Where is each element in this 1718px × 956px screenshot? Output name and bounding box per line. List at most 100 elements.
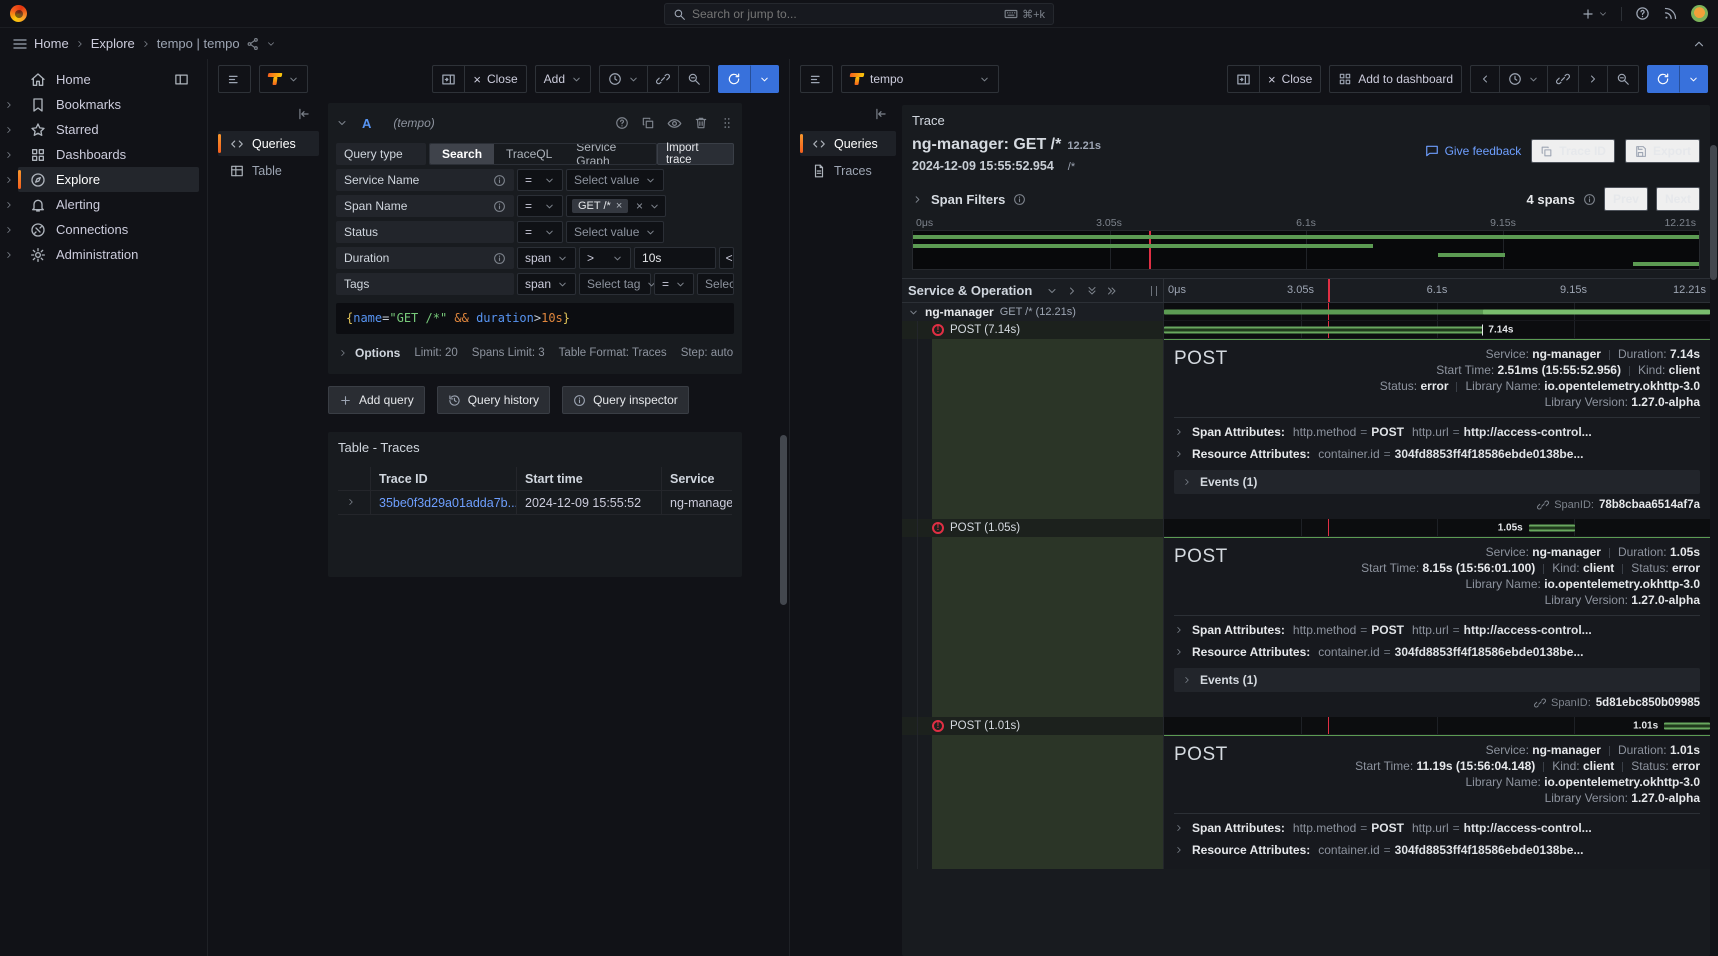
span-bar[interactable] xyxy=(1664,722,1710,729)
resource-attributes-toggle[interactable]: Resource Attributes:container.id=304fd88… xyxy=(1174,641,1700,663)
sidebar-item-administration[interactable]: Administration xyxy=(0,242,207,267)
options-toggle[interactable]: Options xyxy=(338,346,400,360)
duration-operator-select[interactable]: > xyxy=(579,247,631,269)
zoom-out-button[interactable] xyxy=(678,65,710,93)
collapse-rail-icon[interactable] xyxy=(297,107,311,121)
duration-scope-select[interactable]: span xyxy=(517,247,576,269)
toggle-visibility-icon[interactable] xyxy=(667,116,682,131)
breadcrumb-item[interactable]: Explore xyxy=(91,36,135,51)
service-name-value-select[interactable]: Select value xyxy=(566,169,664,191)
run-query-caret[interactable] xyxy=(1679,65,1708,93)
add-button[interactable]: Add xyxy=(535,65,591,93)
span-name-chip[interactable]: GET /*× xyxy=(572,199,628,213)
column-header[interactable]: Trace ID xyxy=(370,467,516,490)
root-span-name[interactable]: ng-managerGET /* (12.21s) xyxy=(902,303,1164,321)
sidebar-item-alerting[interactable]: Alerting xyxy=(0,192,207,217)
trace-minimap[interactable]: 0μs3.05s6.1s9.15s12.21s xyxy=(912,217,1700,270)
span-row-timeline[interactable]: 7.14s xyxy=(1164,321,1710,339)
left-pane-scrollbar[interactable] xyxy=(780,435,787,605)
query-inspector-button[interactable]: Query inspector xyxy=(562,386,689,414)
span-name-operator-select[interactable]: = xyxy=(517,195,563,217)
chevron-down-icon[interactable] xyxy=(908,307,919,318)
tags-tag-select[interactable]: Select tag xyxy=(579,273,651,295)
grafana-logo[interactable] xyxy=(10,5,27,22)
collapse-query-icon[interactable] xyxy=(336,117,348,129)
service-name-operator-select[interactable]: = xyxy=(517,169,563,191)
span-row-timeline[interactable] xyxy=(1164,303,1710,321)
column-header[interactable]: Service xyxy=(661,467,732,490)
query-ref-id[interactable]: A xyxy=(362,116,371,131)
span-attributes-toggle[interactable]: Span Attributes:http.method=POSThttp.url… xyxy=(1174,817,1700,839)
column-resize-handle[interactable] xyxy=(1151,286,1157,296)
span-name-value-select[interactable]: GET /*× × xyxy=(566,195,666,217)
close-pane-button[interactable]: ×Close xyxy=(1259,65,1321,93)
rail-item-table[interactable]: Table xyxy=(218,158,319,183)
table-row[interactable]: 35be0f3d29a01adda7b...2024-12-09 15:55:5… xyxy=(338,491,732,515)
status-operator-select[interactable]: = xyxy=(517,221,563,243)
open-split-button[interactable] xyxy=(1227,65,1260,93)
chevron-right-icon[interactable] xyxy=(0,225,18,235)
chevron-right-icon[interactable] xyxy=(0,175,18,185)
query-rows-button[interactable] xyxy=(218,65,251,93)
add-to-dashboard-button[interactable]: Add to dashboard xyxy=(1329,65,1462,93)
link-icon[interactable] xyxy=(1534,697,1546,709)
give-feedback-link[interactable]: Give feedback xyxy=(1425,144,1522,158)
import-trace-button[interactable]: Import trace xyxy=(657,143,734,165)
time-range-button[interactable] xyxy=(1499,65,1548,93)
search-box[interactable]: ⌘+k xyxy=(664,3,1054,25)
export-button[interactable]: Export xyxy=(1625,139,1700,163)
next-span-button[interactable]: Next xyxy=(1656,187,1700,211)
datasource-picker[interactable]: tempo xyxy=(841,65,999,93)
rail-item-queries[interactable]: Queries xyxy=(218,131,319,156)
help-button[interactable] xyxy=(1635,6,1650,21)
share-icon[interactable] xyxy=(246,37,260,51)
span-row[interactable]: !POST (1.05s)1.05s xyxy=(902,519,1710,537)
chevron-right-icon[interactable] xyxy=(912,194,923,205)
span-attributes-toggle[interactable]: Span Attributes:http.method=POSThttp.url… xyxy=(1174,619,1700,641)
chevron-down-icon[interactable] xyxy=(266,39,276,49)
events-toggle[interactable]: Events (1) xyxy=(1174,470,1700,494)
duration-input[interactable] xyxy=(642,251,708,265)
query-help-icon[interactable] xyxy=(615,116,629,130)
mega-menu-button[interactable] xyxy=(12,36,28,52)
events-toggle[interactable]: Events (1) xyxy=(1174,668,1700,692)
trace-id-link[interactable]: 35be0f3d29a01adda7b... xyxy=(379,496,516,510)
traceql-preview[interactable]: {name="GET /*" && duration>10s} xyxy=(336,303,734,334)
link-button[interactable] xyxy=(1547,65,1579,93)
resource-attributes-toggle[interactable]: Resource Attributes:container.id=304fd88… xyxy=(1174,443,1700,465)
sidebar-item-bookmarks[interactable]: Bookmarks xyxy=(0,92,207,117)
link-icon[interactable] xyxy=(1537,499,1549,511)
expand-all-icon[interactable] xyxy=(1106,285,1118,297)
add-query-button[interactable]: Add query xyxy=(328,386,425,414)
breadcrumb-item[interactable]: Home xyxy=(34,36,69,51)
expand-one-icon[interactable] xyxy=(1066,285,1078,297)
chevron-right-icon[interactable] xyxy=(0,250,18,260)
run-query-caret[interactable] xyxy=(750,65,779,93)
minimap-canvas[interactable] xyxy=(912,230,1700,270)
span-row-timeline[interactable]: 1.05s xyxy=(1164,519,1710,537)
sidebar-item-connections[interactable]: Connections xyxy=(0,217,207,242)
query-type-traceql[interactable]: TraceQL xyxy=(494,144,564,164)
trace-id-button[interactable]: Trace ID xyxy=(1531,139,1615,163)
span-name[interactable]: !POST (1.01s) xyxy=(902,717,1164,735)
rail-item-queries[interactable]: Queries xyxy=(800,131,896,156)
drag-handle-icon[interactable] xyxy=(720,116,734,130)
row-expander[interactable] xyxy=(338,496,370,510)
dock-left-icon[interactable] xyxy=(174,72,189,87)
collapse-all-icon[interactable] xyxy=(1086,285,1098,297)
query-rows-button[interactable] xyxy=(800,65,833,93)
duration-max-operator-select[interactable]: < xyxy=(719,247,734,269)
span-row-timeline[interactable]: 1.01s xyxy=(1164,717,1710,735)
query-type-service-graph[interactable]: Service Graph xyxy=(564,144,656,164)
prev-span-button[interactable]: Prev xyxy=(1604,187,1648,211)
span-row[interactable]: !POST (7.14s)7.14s xyxy=(902,321,1710,339)
tags-scope-select[interactable]: span xyxy=(517,273,576,295)
span-filters-label[interactable]: Span Filters xyxy=(931,192,1005,207)
sidebar-item-explore[interactable]: Explore xyxy=(0,167,207,192)
span-bar[interactable] xyxy=(1164,326,1483,333)
remove-chip-icon[interactable]: × xyxy=(616,200,622,212)
new-button[interactable] xyxy=(1581,7,1608,21)
clear-icon[interactable]: × xyxy=(636,199,643,213)
status-value-select[interactable]: Select value xyxy=(566,221,664,243)
query-history-button[interactable]: Query history xyxy=(437,386,550,414)
